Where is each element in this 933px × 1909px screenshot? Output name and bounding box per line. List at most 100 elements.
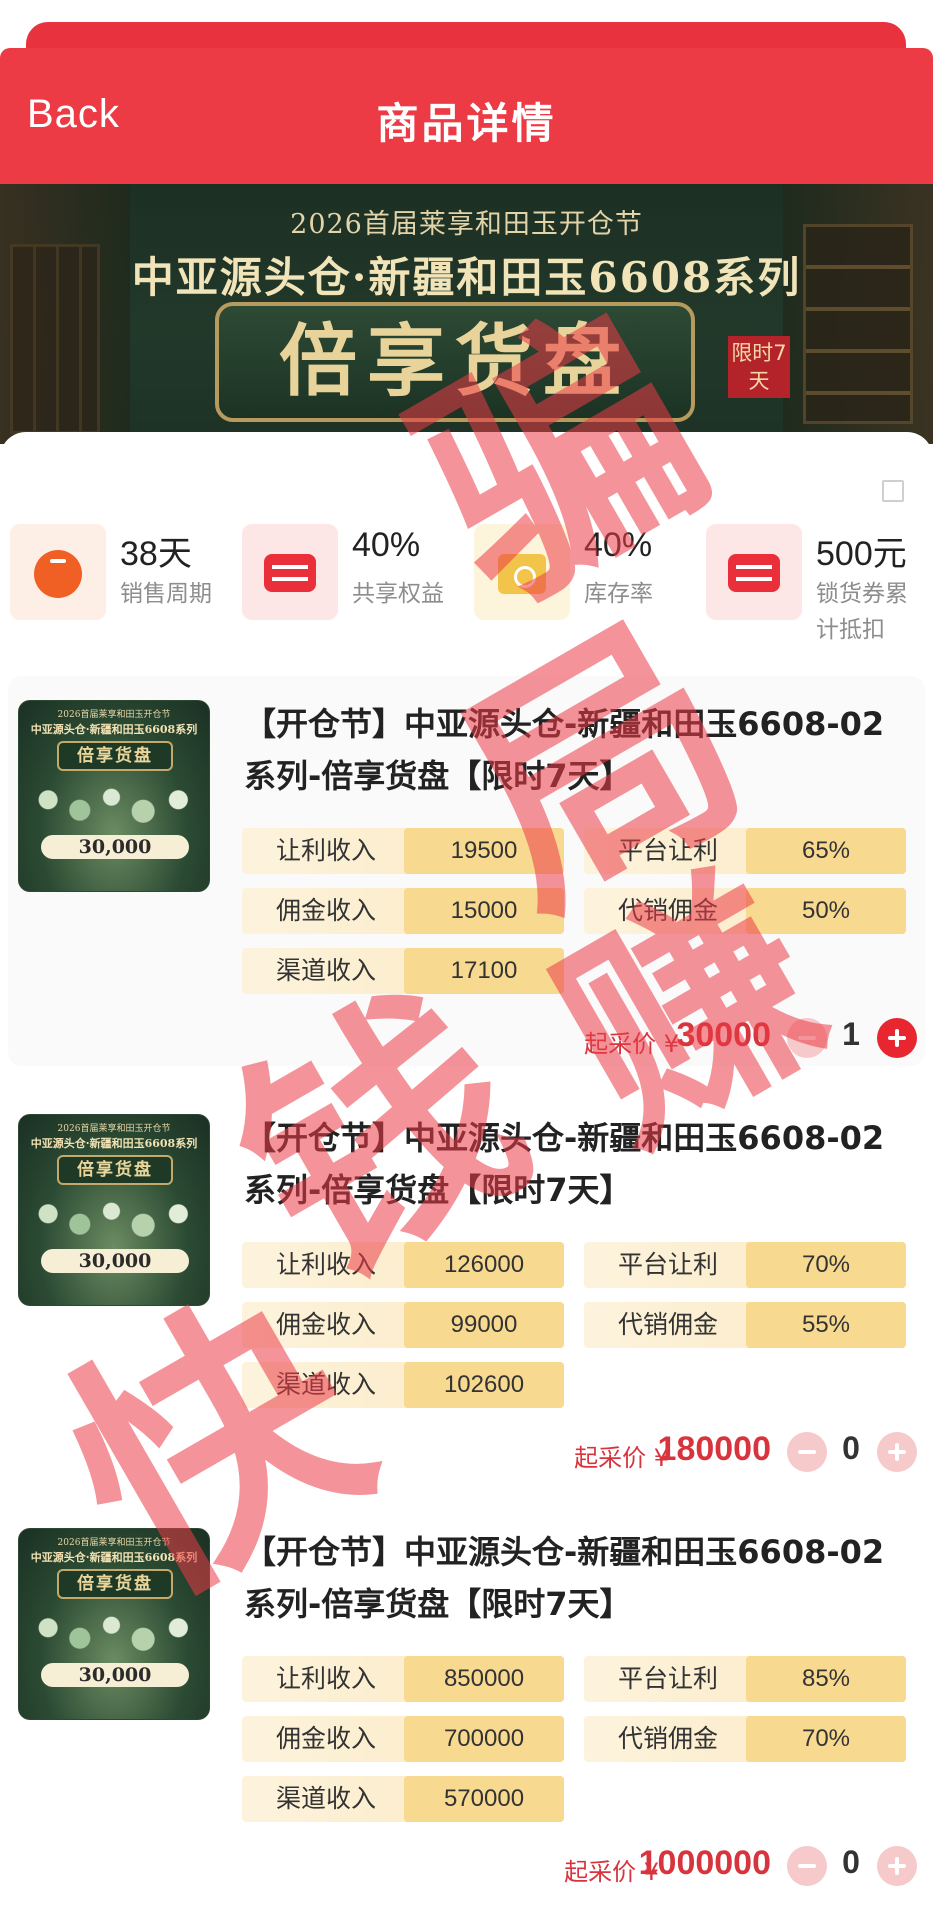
metric-label: 代销佣金 <box>618 896 719 925</box>
quantity-decrease-button[interactable] <box>787 1846 827 1886</box>
stat-label: 销售周期 <box>120 581 212 607</box>
metric-rangli: 让利收入 126000 <box>242 1242 564 1288</box>
quantity-value: 0 <box>842 1844 860 1880</box>
stat-value: 40% <box>352 526 421 564</box>
metric-label: 平台让利 <box>618 1250 719 1279</box>
thumb-title: 中亚源头仓·新疆和田玉6608系列 <box>30 723 198 736</box>
metric-value: 850000 <box>404 1656 564 1702</box>
metric-qudao: 渠道收入 570000 <box>242 1776 564 1822</box>
metric-pingtai: 平台让利 70% <box>584 1242 906 1288</box>
product-thumbnail[interactable]: 2026首届莱享和田玉开仓节中亚源头仓·新疆和田玉6608系列倍享货盘 30,00… <box>18 1528 210 1720</box>
thumb-price: 30,000 <box>41 835 189 859</box>
metric-value: 85% <box>746 1656 906 1702</box>
metric-value: 19500 <box>404 828 564 874</box>
quantity-decrease-button[interactable] <box>787 1432 827 1472</box>
product-title[interactable]: 【开仓节】中亚源头仓-新疆和田玉6608-02系列-倍享货盘【限时7天】 <box>244 1526 914 1630</box>
quantity-decrease-button[interactable] <box>787 1018 827 1058</box>
stat-label: 锁货券累计抵扣 <box>816 581 908 643</box>
price-quantity-row: 起采价 ¥1000000 0 <box>459 1838 919 1894</box>
metric-value: 102600 <box>404 1362 564 1408</box>
product-card[interactable]: 2026首届莱享和田玉开仓节中亚源头仓·新疆和田玉6608系列倍享货盘 30,00… <box>8 1090 925 1480</box>
thumb-price: 30,000 <box>41 1663 189 1687</box>
thumb-price: 30,000 <box>41 1249 189 1273</box>
product-card[interactable]: 2026首届莱享和田玉开仓节中亚源头仓·新疆和田玉6608系列倍享货盘 30,00… <box>8 1504 925 1894</box>
metric-value: 55% <box>746 1302 906 1348</box>
metric-value: 70% <box>746 1242 906 1288</box>
metric-label: 让利收入 <box>276 836 377 865</box>
starting-price-value: 30000 <box>676 1016 771 1054</box>
promo-banner: 2026首届莱享和田玉开仓节 中亚源头仓·新疆和田玉6608系列 倍享货盘 限时… <box>0 184 933 444</box>
stat-shared-rights: 40% 共享权益 <box>242 524 452 654</box>
product-title[interactable]: 【开仓节】中亚源头仓-新疆和田玉6608-02系列-倍享货盘【限时7天】 <box>244 1112 914 1216</box>
banner-title: 中亚源头仓·新疆和田玉6608系列 <box>131 253 802 302</box>
starting-price-value: 180000 <box>657 1430 771 1468</box>
metric-value: 99000 <box>404 1302 564 1348</box>
jade-items-image <box>27 1193 203 1245</box>
quantity-increase-button[interactable] <box>877 1432 917 1472</box>
metric-qudao: 渠道收入 17100 <box>242 948 564 994</box>
metric-yongjin: 佣金收入 15000 <box>242 888 564 934</box>
metric-value: 15000 <box>404 888 564 934</box>
coupon-icon <box>706 524 802 620</box>
metric-qudao: 渠道收入 102600 <box>242 1362 564 1408</box>
thumb-title: 中亚源头仓·新疆和田玉6608系列 <box>30 1551 198 1564</box>
limited-time-badge: 限时7天 <box>728 336 790 398</box>
thumb-main-text: 倍享货盘 <box>57 1569 173 1599</box>
thumb-subtitle: 2026首届莱享和田玉开仓节 <box>57 1538 171 1548</box>
product-title[interactable]: 【开仓节】中亚源头仓-新疆和田玉6608-02系列-倍享货盘【限时7天】 <box>244 698 914 802</box>
metric-value: 17100 <box>404 948 564 994</box>
metric-value: 65% <box>746 828 906 874</box>
stat-sales-cycle: 38天 销售周期 <box>10 524 220 654</box>
jade-items-image <box>27 779 203 831</box>
quantity-value: 1 <box>842 1016 860 1052</box>
stat-coupon-deduction: 500元 锁货券累计抵扣 <box>706 524 928 654</box>
page-title: 商品详情 <box>376 99 557 148</box>
thumb-main-text: 倍享货盘 <box>57 1155 173 1185</box>
starting-price-value: 1000000 <box>638 1844 771 1882</box>
quantity-value: 0 <box>842 1430 860 1466</box>
metric-yongjin: 佣金收入 700000 <box>242 1716 564 1762</box>
inventory-box-icon <box>474 524 570 620</box>
metric-value: 70% <box>746 1716 906 1762</box>
metric-value: 700000 <box>404 1716 564 1762</box>
product-thumbnail[interactable]: 2026首届莱享和田玉开仓节中亚源头仓·新疆和田玉6608系列倍享货盘 30,00… <box>18 700 210 892</box>
stat-value: 40% <box>584 526 653 564</box>
metric-daixiao: 代销佣金 50% <box>584 888 906 934</box>
price-quantity-row: 起采价 ¥30000 1 <box>459 1010 919 1066</box>
starting-price-label: 起采价 ¥ <box>574 1444 669 1472</box>
thumb-subtitle: 2026首届莱享和田玉开仓节 <box>57 1124 171 1134</box>
stat-inventory-rate: 40% 库存率 <box>474 524 684 654</box>
metric-label: 让利收入 <box>276 1664 377 1693</box>
metric-label: 平台让利 <box>618 1664 719 1693</box>
product-card[interactable]: 2026首届莱享和田玉开仓节中亚源头仓·新疆和田玉6608系列倍享货盘 30,00… <box>8 676 925 1066</box>
timer-icon <box>10 524 106 620</box>
metric-pingtai: 平台让利 65% <box>584 828 906 874</box>
metric-label: 渠道收入 <box>276 1784 377 1813</box>
metric-label: 佣金收入 <box>276 896 377 925</box>
banner-main-text: 倍享货盘 <box>278 316 631 407</box>
select-checkbox[interactable] <box>882 480 904 502</box>
metric-label: 让利收入 <box>276 1250 377 1279</box>
metric-pingtai: 平台让利 85% <box>584 1656 906 1702</box>
metric-value: 126000 <box>404 1242 564 1288</box>
quantity-increase-button[interactable] <box>877 1846 917 1886</box>
metric-label: 平台让利 <box>618 836 719 865</box>
stat-value: 500元 <box>816 535 907 573</box>
thumb-main-text: 倍享货盘 <box>57 741 173 771</box>
metric-label: 代销佣金 <box>618 1724 719 1753</box>
metric-rangli: 让利收入 850000 <box>242 1656 564 1702</box>
thumb-title: 中亚源头仓·新疆和田玉6608系列 <box>30 1137 198 1150</box>
jade-items-image <box>27 1607 203 1659</box>
product-thumbnail[interactable]: 2026首届莱享和田玉开仓节中亚源头仓·新疆和田玉6608系列倍享货盘 30,00… <box>18 1114 210 1306</box>
metric-yongjin: 佣金收入 99000 <box>242 1302 564 1348</box>
starting-price-label: 起采价 ¥ <box>584 1030 679 1058</box>
thumb-subtitle: 2026首届莱享和田玉开仓节 <box>57 710 171 720</box>
metric-rangli: 让利收入 19500 <box>242 828 564 874</box>
banner-subtitle: 2026首届莱享和田玉开仓节 <box>290 209 643 240</box>
metric-value: 570000 <box>404 1776 564 1822</box>
metric-label: 渠道收入 <box>276 1370 377 1399</box>
metric-label: 渠道收入 <box>276 956 377 985</box>
top-nav-bar: Back 商品详情 <box>0 48 933 184</box>
stat-value: 38天 <box>120 535 192 573</box>
quantity-increase-button[interactable] <box>877 1018 917 1058</box>
